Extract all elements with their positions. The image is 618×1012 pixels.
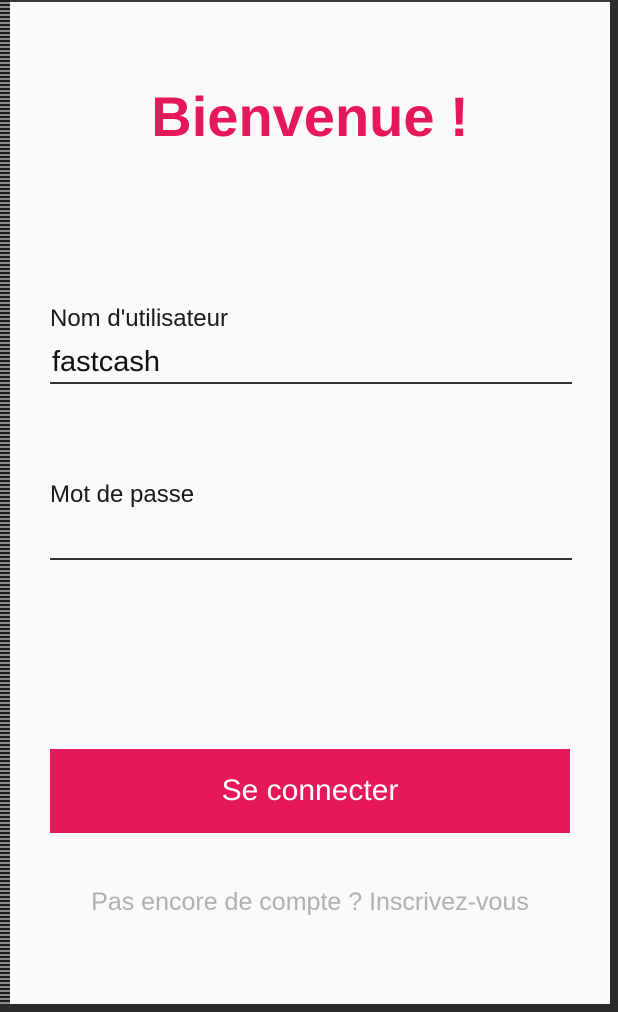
username-label: Nom d'utilisateur [50,305,228,332]
login-button[interactable]: Se connecter [50,749,570,833]
window-right-edge [610,0,618,1012]
password-label: Mot de passe [50,481,195,508]
login-screen: Bienvenue ! Nom d'utilisateur Mot de pas… [10,2,610,1004]
password-input[interactable] [50,518,572,560]
signup-link[interactable]: Pas encore de compte ? Inscrivez-vous [10,886,610,918]
window-bottom-edge [0,1004,618,1012]
page-title: Bienvenue ! [151,85,469,148]
window-left-edge [0,0,10,1012]
username-input[interactable] [50,342,572,384]
